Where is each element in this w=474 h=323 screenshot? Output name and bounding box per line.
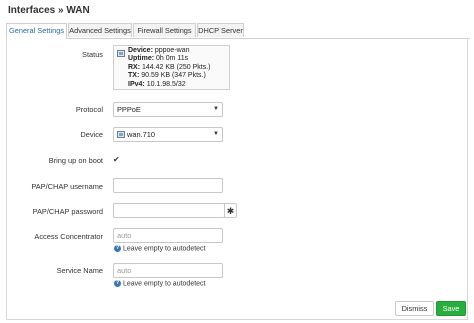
tab-bar: General Settings Advanced Settings Firew… bbox=[6, 23, 470, 39]
pap-chap-username-input[interactable] bbox=[113, 178, 223, 193]
bring-up-on-boot-checkbox[interactable]: ✔ bbox=[113, 155, 120, 165]
service-name-hint: ? Leave empty to autodetect bbox=[114, 280, 206, 288]
dismiss-button[interactable]: Dismiss bbox=[395, 301, 434, 316]
device-value: wan.710 bbox=[127, 130, 155, 139]
status-uptime-line: Uptime: 0h 0m 11s bbox=[128, 55, 189, 63]
device-label: Device bbox=[80, 130, 103, 139]
chevron-down-icon: ▼ bbox=[213, 131, 219, 137]
tab-dhcp-server[interactable]: DHCP Server bbox=[197, 23, 244, 37]
save-button[interactable]: Save bbox=[436, 301, 466, 316]
tab-advanced-settings[interactable]: Advanced Settings bbox=[68, 23, 132, 37]
status-tx-line: TX: 90.59 KB (347 Pkts.) bbox=[128, 72, 206, 80]
access-concentrator-input[interactable]: auto bbox=[113, 228, 223, 243]
protocol-label: Protocol bbox=[75, 105, 103, 114]
tab-general-settings[interactable]: General Settings bbox=[6, 23, 67, 39]
pap-chap-password-group: ✱ bbox=[113, 203, 237, 218]
settings-panel bbox=[6, 38, 468, 320]
device-select[interactable]: wan.710 ▼ bbox=[113, 127, 223, 142]
network-interface-icon bbox=[117, 131, 125, 138]
bring-up-on-boot-label: Bring up on boot bbox=[48, 156, 103, 165]
status-rx-line: RX: 144.42 KB (250 Pkts.) bbox=[128, 63, 211, 71]
tab-firewall-settings[interactable]: Firewall Settings bbox=[133, 23, 196, 37]
access-concentrator-label: Access Concentrator bbox=[34, 232, 103, 241]
help-icon: ? bbox=[114, 280, 121, 287]
reveal-password-button[interactable]: ✱ bbox=[224, 203, 237, 218]
status-device-line: Device: pppoe-wan bbox=[128, 47, 190, 54]
pap-chap-username-label: PAP/CHAP username bbox=[31, 182, 103, 191]
status-ipv4-line: IPv4: 10.1.98.5/32 bbox=[128, 80, 186, 88]
service-name-label: Service Name bbox=[56, 266, 103, 275]
status-box: Device: pppoe-wan Uptime: 0h 0m 11s RX: … bbox=[113, 45, 230, 90]
page-title: Interfaces » WAN bbox=[8, 5, 90, 16]
pap-chap-password-input[interactable] bbox=[113, 203, 225, 218]
status-label: Status bbox=[82, 50, 103, 59]
protocol-value: PPPoE bbox=[117, 105, 141, 114]
help-icon: ? bbox=[114, 245, 121, 252]
chevron-down-icon: ▼ bbox=[213, 106, 219, 112]
pap-chap-password-label: PAP/CHAP password bbox=[32, 207, 103, 216]
protocol-select[interactable]: PPPoE ▼ bbox=[113, 102, 223, 117]
service-name-input[interactable]: auto bbox=[113, 263, 223, 278]
access-concentrator-hint: ? Leave empty to autodetect bbox=[114, 245, 206, 253]
network-interface-icon bbox=[117, 50, 125, 57]
